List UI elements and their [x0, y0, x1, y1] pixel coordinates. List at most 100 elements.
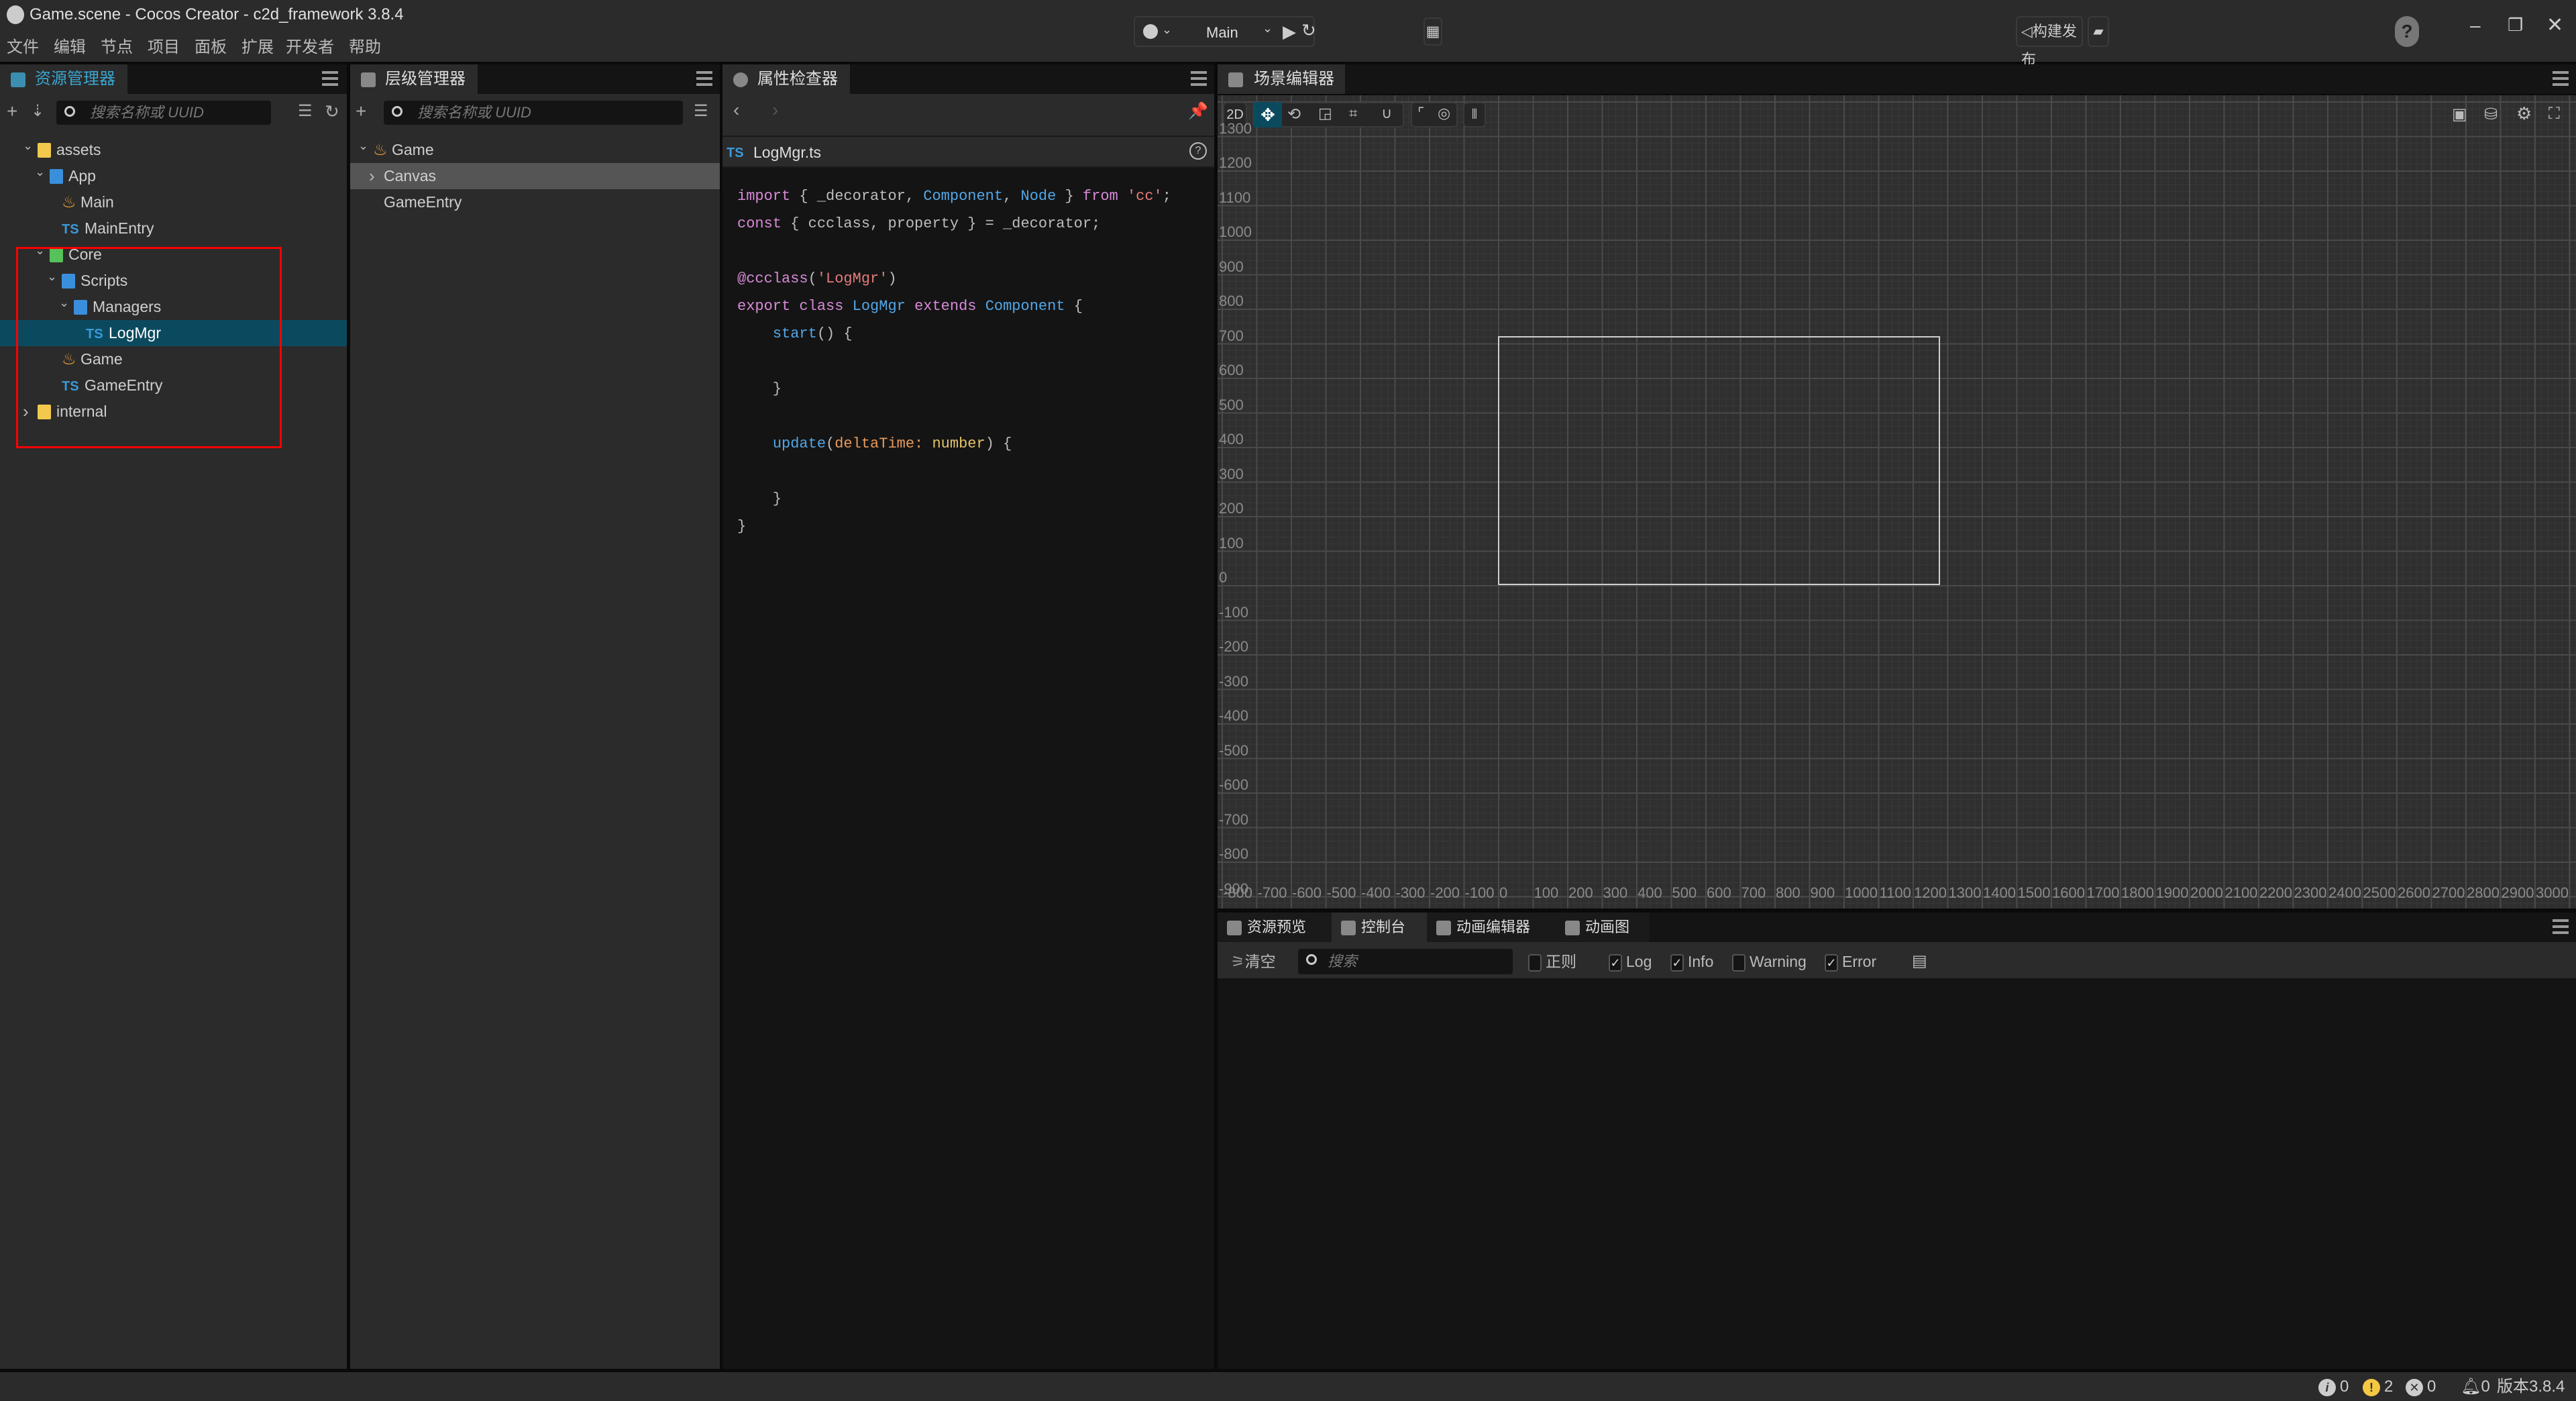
chevron-down-icon[interactable]: ⌄	[23, 133, 33, 159]
add-node-icon[interactable]: +	[356, 99, 366, 123]
tab-assets[interactable]: 资源管理器	[0, 64, 127, 94]
code-token: }	[737, 490, 782, 507]
code-token: }	[737, 518, 747, 535]
ruler-x-label: 1100	[1879, 884, 1911, 901]
tab-console-2[interactable]: 动画编辑器	[1427, 913, 1556, 942]
panel-menu-icon[interactable]	[1191, 71, 1207, 86]
settings-icon[interactable]: ⚙	[2516, 103, 2532, 124]
platform-icon[interactable]	[1143, 24, 1158, 39]
sort-icon[interactable]: ⇣	[31, 99, 44, 123]
chevron-down-icon[interactable]: ⌄	[358, 133, 368, 159]
add-asset-icon[interactable]: +	[7, 99, 17, 123]
filter-log[interactable]: ✓ Log	[1609, 946, 1652, 977]
global-icon[interactable]: ◎	[1438, 105, 1450, 122]
hierarchy-tab-bar: 层级管理器	[350, 64, 720, 94]
chevron-right-icon[interactable]: ›	[369, 163, 375, 189]
panel-menu-icon[interactable]	[2553, 71, 2569, 86]
filter-info[interactable]: ✓ Info	[1670, 946, 1713, 977]
pin-icon[interactable]: 📌	[1188, 99, 1208, 123]
rotate-tool-icon[interactable]: ⟲	[1287, 105, 1301, 124]
tab-hierarchy[interactable]: 层级管理器	[350, 64, 478, 94]
code-token: { ccclass, property } = _decorator;	[782, 215, 1101, 232]
panel-menu-icon[interactable]	[2553, 919, 2569, 934]
panel-menu-icon[interactable]	[696, 71, 712, 86]
scale-tool-icon[interactable]: ◲	[1318, 105, 1332, 122]
warning-count[interactable]: ! 2	[2363, 1378, 2393, 1396]
tree-item[interactable]: ⌄ assets	[0, 137, 347, 163]
menu-item[interactable]: 面板	[195, 34, 227, 57]
ruler-x-label: -200	[1430, 884, 1460, 901]
panel-menu-icon[interactable]	[322, 71, 338, 86]
search-icon	[1306, 954, 1317, 965]
close-button[interactable]: ✕	[2546, 13, 2563, 37]
checkbox[interactable]: ✓	[1609, 953, 1622, 972]
tree-item[interactable]: GameEntry	[350, 189, 720, 215]
pivot-icon[interactable]: ⌜	[1417, 105, 1424, 122]
menu-item[interactable]: 帮助	[349, 34, 381, 57]
menu-item[interactable]: 扩展	[241, 34, 274, 57]
camera-icon[interactable]: ⛁	[2484, 105, 2498, 124]
open-folder-button[interactable]: ▰	[2088, 16, 2109, 47]
tab-scene[interactable]: 场景编辑器	[1218, 64, 1345, 94]
back-icon[interactable]: ‹	[733, 98, 739, 122]
filter-warning[interactable]: Warning	[1732, 946, 1807, 977]
info-count[interactable]: i0	[2318, 1378, 2349, 1396]
info-icon: i	[2318, 1378, 2336, 1396]
ruler-x-label: 2000	[2190, 884, 2223, 901]
move-tool-icon[interactable]: ✥	[1254, 102, 1282, 127]
tab-console-0[interactable]: 资源预览	[1218, 913, 1332, 942]
scene-viewport[interactable]: 2D ✥ ⟲ ◲ ⌗ ∪ ⌜ ◎ ⫴ ▣ ⛁ ⚙ ⛶ -900-800-700-…	[1218, 95, 2576, 909]
chevron-down-icon[interactable]: ⌄	[35, 159, 45, 185]
tree-item[interactable]: TS MainEntry	[0, 215, 347, 242]
checkbox[interactable]: ✓	[1825, 953, 1838, 972]
hierarchy-search-input[interactable]: 搜索名称或 UUID	[384, 101, 683, 125]
console-search-input[interactable]: 搜索	[1298, 949, 1513, 974]
menu-item[interactable]: 文件	[7, 34, 39, 57]
restore-button[interactable]: ❐	[2508, 15, 2523, 36]
rect-tool-icon[interactable]: ⌗	[1349, 105, 1357, 122]
asset-search-input[interactable]: 搜索名称或 UUID	[56, 101, 271, 125]
filter-error[interactable]: ✓ Error	[1825, 946, 1876, 977]
minimize-button[interactable]: –	[2470, 15, 2481, 36]
error-count[interactable]: ✕ 0	[2406, 1378, 2436, 1396]
ruler-x-label: -100	[1464, 884, 1495, 901]
log-file-icon[interactable]: ▤	[1912, 946, 1927, 977]
qrcode-icon[interactable]: ▦	[1424, 17, 1442, 46]
code-token: export	[737, 298, 791, 315]
help-icon[interactable]: ?	[2395, 16, 2419, 47]
snap-tool[interactable]: ⫴	[1463, 102, 1486, 127]
checkbox[interactable]	[1732, 953, 1746, 972]
tree-item[interactable]: › Canvas	[350, 163, 720, 189]
collapse-all-icon[interactable]: ☰	[694, 99, 708, 123]
collapse-all-icon[interactable]: ☰	[298, 99, 313, 123]
clear-button[interactable]: ⚞清空	[1231, 946, 1276, 977]
tab-console-1[interactable]: 控制台	[1332, 913, 1427, 942]
filter-正则[interactable]: 正则	[1528, 946, 1576, 977]
gizmo-icon[interactable]: ▣	[2452, 105, 2467, 124]
expand-icon[interactable]: ⛶	[2548, 105, 2560, 123]
build-button[interactable]: ◁构建发布	[2016, 16, 2083, 68]
play-icon[interactable]: ▶	[1283, 21, 1296, 42]
scene-select-chevron[interactable]: ⌄	[1263, 21, 1273, 36]
notification-count[interactable]: 🔔︎0	[2461, 1378, 2490, 1396]
refresh-icon[interactable]: ↻	[325, 99, 339, 123]
checkbox[interactable]: ✓	[1670, 953, 1684, 972]
tab-console-3[interactable]: 动画图	[1556, 913, 1650, 942]
platform-dropdown-chevron[interactable]: ⌄	[1162, 23, 1172, 37]
menu-item[interactable]: 节点	[101, 34, 133, 57]
tree-item[interactable]: ⌄ App	[0, 163, 347, 189]
tab-inspector[interactable]: 属性检查器	[722, 64, 850, 94]
menu-item[interactable]: 开发者	[286, 34, 334, 57]
refresh-icon[interactable]: ↻	[1301, 20, 1316, 41]
menu-item[interactable]: 编辑	[54, 34, 86, 57]
scene-select[interactable]: Main	[1206, 24, 1238, 42]
magnet-tool-icon[interactable]: ∪	[1381, 105, 1392, 122]
tree-item[interactable]: ♨ Main	[0, 189, 347, 215]
menu-item[interactable]: 项目	[148, 34, 180, 57]
help-icon[interactable]: ?	[1189, 142, 1207, 160]
tree-item[interactable]: ⌄ ♨ Game	[350, 137, 720, 163]
ruler-y-label: -700	[1219, 811, 1249, 828]
checkbox[interactable]	[1528, 953, 1542, 972]
forward-icon[interactable]: ›	[772, 98, 778, 122]
